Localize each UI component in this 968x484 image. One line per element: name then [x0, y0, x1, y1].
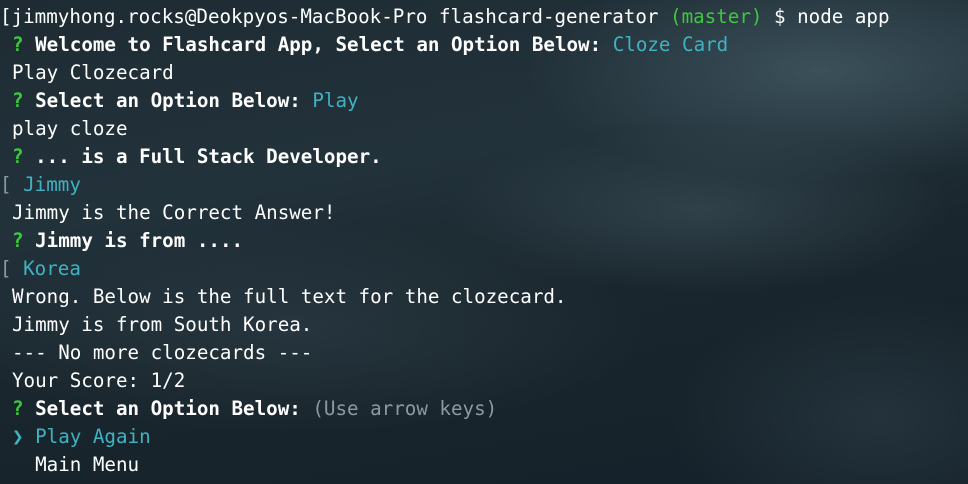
shell-prompt-line: [jimmyhong.rocks@Deokpyos-MacBook-Pro fl…: [0, 3, 890, 31]
question-text: Jimmy is from ....: [23, 229, 244, 252]
question-cloze-1: ? ... is a Full Stack Developer.: [12, 143, 382, 171]
question-text: Select an Option Below:: [23, 89, 313, 112]
output-line: Jimmy is the Correct Answer!: [12, 201, 336, 224]
line-wrap-bracket: [: [0, 173, 12, 196]
selection-pointer-icon: ❯: [12, 425, 24, 448]
typed-answer: Korea: [11, 257, 81, 280]
output-line: Play Clozecard: [12, 61, 174, 84]
question-mark: ?: [12, 397, 24, 420]
question-answer: Play: [312, 89, 359, 112]
prompt-dollar: $: [762, 5, 798, 28]
input-answer-line: [ Jimmy: [0, 171, 81, 199]
output-line: --- No more clozecards ---: [12, 341, 313, 364]
output-line: play cloze: [12, 117, 128, 140]
menu-item-main-menu[interactable]: Main Menu: [12, 451, 139, 479]
question-mark: ?: [12, 145, 24, 168]
question-welcome: ? Welcome to Flashcard App, Select an Op…: [12, 31, 728, 59]
terminal-window[interactable]: [jimmyhong.rocks@Deokpyos-MacBook-Pro fl…: [0, 0, 968, 484]
question-select-option-final: ? Select an Option Below: (Use arrow key…: [12, 395, 497, 423]
question-mark: ?: [12, 89, 24, 112]
menu-item-play-again[interactable]: ❯ Play Again: [12, 423, 151, 451]
score-line: Your Score: 1/2: [12, 369, 186, 392]
question-text: Welcome to Flashcard App, Select an Opti…: [23, 33, 613, 56]
output-line: Jimmy is from South Korea.: [12, 313, 313, 336]
shell-prompt-path: jimmyhong.rocks@Deokpyos-MacBook-Pro fla…: [11, 5, 671, 28]
input-answer-line: [ Korea: [0, 255, 81, 283]
output-line: Wrong. Below is the full text for the cl…: [12, 285, 567, 308]
question-text: ... is a Full Stack Developer.: [23, 145, 382, 168]
line-wrap-bracket: [: [0, 257, 12, 280]
git-branch: (master): [670, 5, 763, 28]
question-hint: (Use arrow keys): [312, 397, 498, 420]
shell-command: node app: [797, 5, 890, 28]
menu-item-label: Play Again: [23, 425, 151, 448]
question-select-option: ? Select an Option Below: Play: [12, 87, 359, 115]
question-text: Select an Option Below:: [23, 397, 313, 420]
question-mark: ?: [12, 33, 24, 56]
question-cloze-2: ? Jimmy is from ....: [12, 227, 243, 255]
question-answer: Cloze Card: [612, 33, 729, 56]
line-wrap-bracket: [: [0, 5, 12, 28]
question-mark: ?: [12, 229, 24, 252]
typed-answer: Jimmy: [11, 173, 81, 196]
